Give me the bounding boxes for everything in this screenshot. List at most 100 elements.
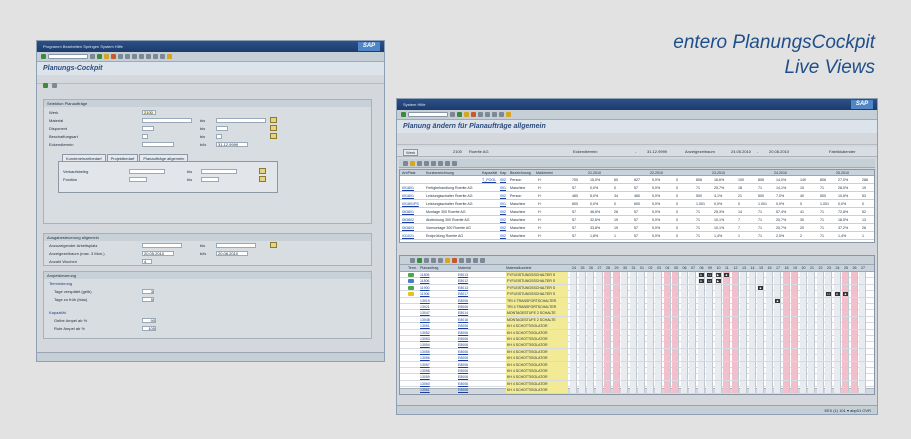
day-cell[interactable] xyxy=(570,393,577,394)
day-cell[interactable] xyxy=(808,284,815,291)
position-from-input[interactable] xyxy=(129,177,147,182)
material-link[interactable]: E8006 xyxy=(458,298,468,304)
workcenter-link[interactable]: 001801 xyxy=(402,193,414,200)
day-cell[interactable] xyxy=(655,291,662,298)
day-cell[interactable] xyxy=(740,272,747,278)
day-cell[interactable] xyxy=(706,361,713,368)
day-cell[interactable] xyxy=(587,342,594,349)
day-cell[interactable] xyxy=(859,368,866,374)
day-cell[interactable] xyxy=(595,284,603,291)
day-cell[interactable] xyxy=(587,387,594,394)
day-cell[interactable] xyxy=(799,278,807,285)
day-cell[interactable] xyxy=(629,342,637,349)
day-cell[interactable] xyxy=(774,316,781,323)
day-cell[interactable] xyxy=(791,323,798,330)
day-cell[interactable] xyxy=(697,387,705,394)
day-cell[interactable] xyxy=(655,297,662,304)
day-cell[interactable] xyxy=(680,272,688,278)
day-cell[interactable] xyxy=(638,284,645,291)
day-cell[interactable] xyxy=(765,284,773,291)
day-cell[interactable] xyxy=(655,284,662,291)
rot-input[interactable]: 105 xyxy=(142,326,156,331)
planauftrag-link[interactable]: 11806 xyxy=(420,278,429,284)
planauftrag-link[interactable]: 13060 xyxy=(420,381,430,387)
day-cell[interactable] xyxy=(604,374,611,381)
day-cell[interactable] xyxy=(680,387,688,394)
planauftrag-link[interactable]: 13056 xyxy=(420,355,430,361)
day-cell[interactable] xyxy=(842,342,849,349)
day-cell[interactable] xyxy=(748,342,756,349)
day-cell[interactable] xyxy=(825,361,832,368)
day-cell[interactable] xyxy=(663,342,671,349)
day-cell[interactable] xyxy=(723,368,730,374)
day-cell[interactable] xyxy=(723,284,730,291)
day-cell[interactable] xyxy=(791,316,798,323)
day-cell[interactable] xyxy=(689,278,696,285)
day-cell[interactable] xyxy=(655,310,662,317)
day-cell[interactable] xyxy=(723,316,730,323)
day-cell[interactable] xyxy=(612,291,620,298)
material-link[interactable]: E8006 xyxy=(458,336,468,342)
day-cell[interactable] xyxy=(646,387,654,394)
day-cell[interactable] xyxy=(731,323,739,330)
planauftrag-link[interactable]: 13021 xyxy=(420,304,430,310)
capacity-type[interactable]: 001 xyxy=(500,185,506,192)
day-cell[interactable] xyxy=(595,336,603,342)
day-cell[interactable] xyxy=(808,342,815,349)
day-cell[interactable] xyxy=(697,361,705,368)
day-cell[interactable] xyxy=(680,374,688,381)
day-cell[interactable] xyxy=(646,316,654,323)
day-cell[interactable] xyxy=(655,393,662,394)
material-link[interactable]: E8012 xyxy=(458,278,468,284)
day-cell[interactable] xyxy=(833,304,841,310)
day-cell[interactable] xyxy=(782,355,790,362)
day-cell[interactable] xyxy=(587,310,594,317)
day-cell[interactable] xyxy=(663,297,671,304)
day-cell[interactable] xyxy=(723,310,730,317)
planauftrag-link[interactable]: 13055 xyxy=(420,349,430,355)
schedule-marker[interactable]: H xyxy=(834,292,840,297)
day-cell[interactable] xyxy=(570,297,577,304)
day-cell[interactable] xyxy=(604,342,611,349)
day-cell[interactable] xyxy=(842,380,849,387)
planauftrag-link[interactable]: 13051 xyxy=(420,323,430,329)
day-cell[interactable] xyxy=(587,355,594,362)
menu-items-2[interactable]: System Hilfe xyxy=(403,102,425,107)
day-cell[interactable] xyxy=(748,393,756,394)
day-cell[interactable] xyxy=(689,393,696,394)
day-cell[interactable] xyxy=(604,310,611,317)
day-cell[interactable] xyxy=(816,387,824,394)
day-cell[interactable] xyxy=(612,374,620,381)
day-cell[interactable] xyxy=(570,361,577,368)
day-cell[interactable] xyxy=(621,348,628,355)
day-cell[interactable] xyxy=(808,374,815,381)
day-cell[interactable] xyxy=(757,374,764,381)
day-cell[interactable] xyxy=(689,348,696,355)
day-cell[interactable] xyxy=(825,355,832,362)
day-cell[interactable] xyxy=(604,355,611,362)
day-cell[interactable] xyxy=(663,329,671,336)
day-cell[interactable] xyxy=(706,348,713,355)
day-cell[interactable] xyxy=(731,291,739,298)
day-cell[interactable] xyxy=(748,278,756,285)
day-cell[interactable] xyxy=(808,323,815,330)
tab-kundeneinzelbedarf[interactable]: Kundeneinzelbedarf xyxy=(62,154,106,161)
day-cell[interactable] xyxy=(816,297,824,304)
day-cell[interactable] xyxy=(629,323,637,330)
day-cell[interactable] xyxy=(578,361,586,368)
day-cell[interactable] xyxy=(672,323,679,330)
day-cell[interactable] xyxy=(748,355,756,362)
day-cell[interactable] xyxy=(833,278,841,285)
day-cell[interactable] xyxy=(638,278,645,285)
day-cell[interactable] xyxy=(816,380,824,387)
day-cell[interactable] xyxy=(689,329,696,336)
day-cell[interactable] xyxy=(612,304,620,310)
day-cell[interactable] xyxy=(774,336,781,342)
day-cell[interactable] xyxy=(842,304,849,310)
schedule-marker[interactable]: ■ xyxy=(843,292,848,297)
day-cell[interactable] xyxy=(774,355,781,362)
day-cell[interactable] xyxy=(774,348,781,355)
day-cell[interactable] xyxy=(740,284,747,291)
day-cell[interactable] xyxy=(833,336,841,342)
day-cell[interactable] xyxy=(646,355,654,362)
